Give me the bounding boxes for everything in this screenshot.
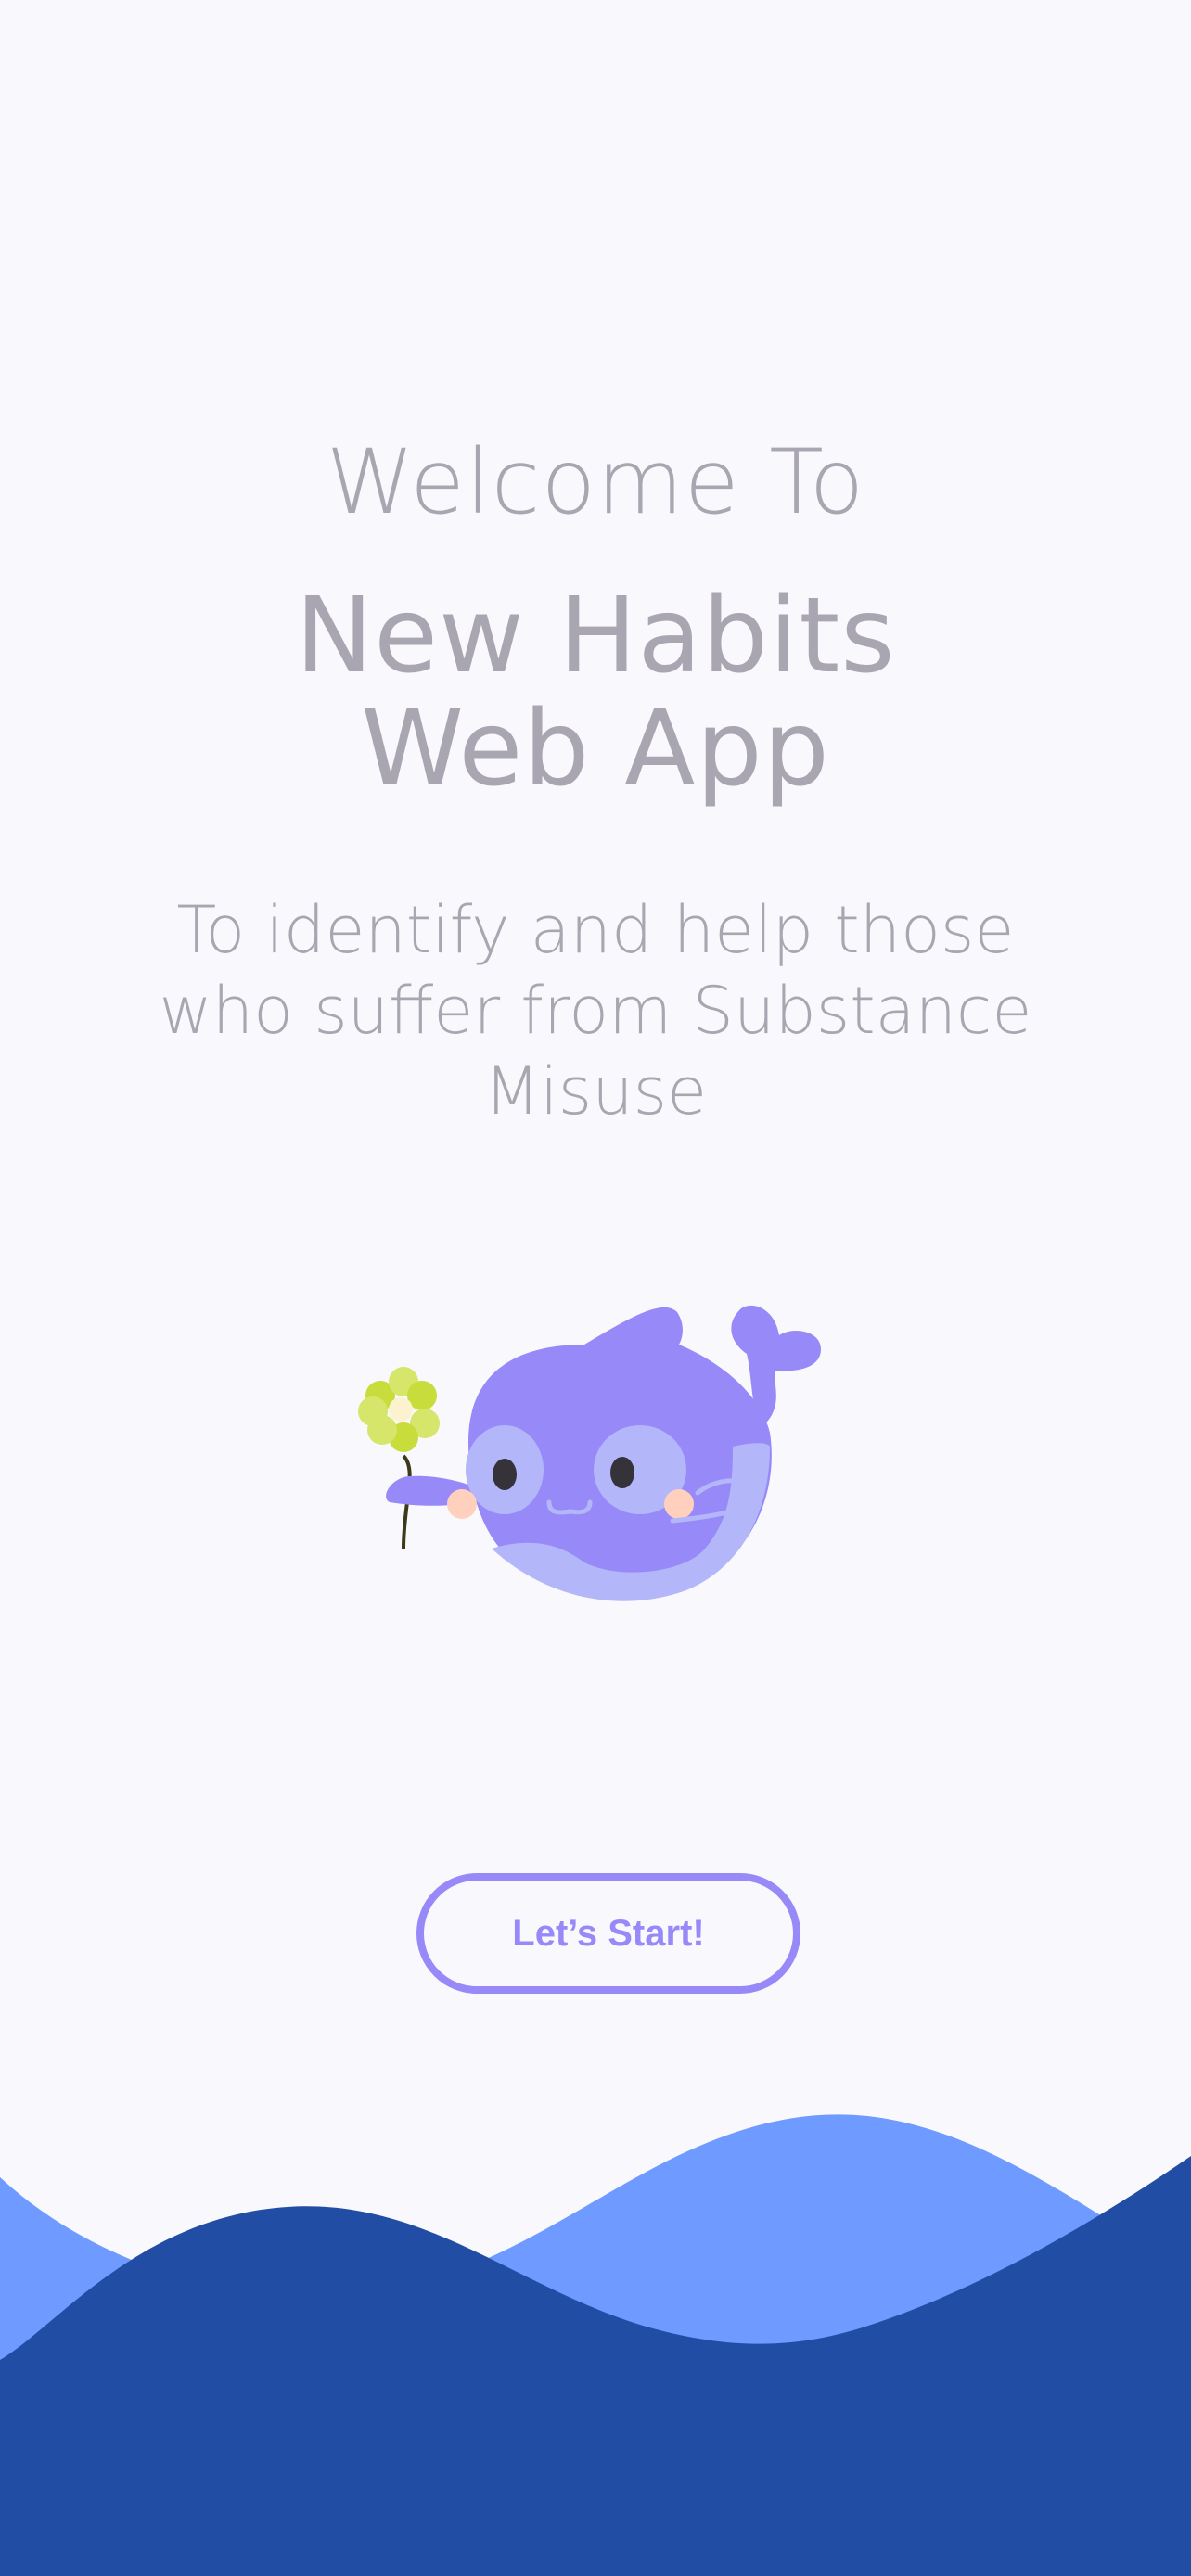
welcome-screen: Welcome To New Habits Web App To identif…	[0, 0, 1191, 2576]
whale-cheek-right	[664, 1489, 694, 1519]
welcome-heading: Welcome To	[326, 430, 865, 534]
whale-eye-left	[493, 1459, 517, 1490]
tagline: To identify and help those who suffer fr…	[159, 892, 1032, 1129]
wave-footer	[0, 2114, 1191, 2576]
whale-eye-right	[610, 1457, 634, 1488]
flower-icon	[358, 1367, 440, 1452]
app-title-line-1: New Habits	[295, 576, 896, 696]
app-title: New Habits Web App	[0, 580, 1191, 806]
whale-cheek-left	[447, 1489, 477, 1519]
whale-mascot-illustration	[358, 1305, 821, 1601]
app-title-line-2: Web App	[361, 689, 830, 810]
lets-start-button[interactable]: Let’s Start!	[416, 1873, 800, 1994]
